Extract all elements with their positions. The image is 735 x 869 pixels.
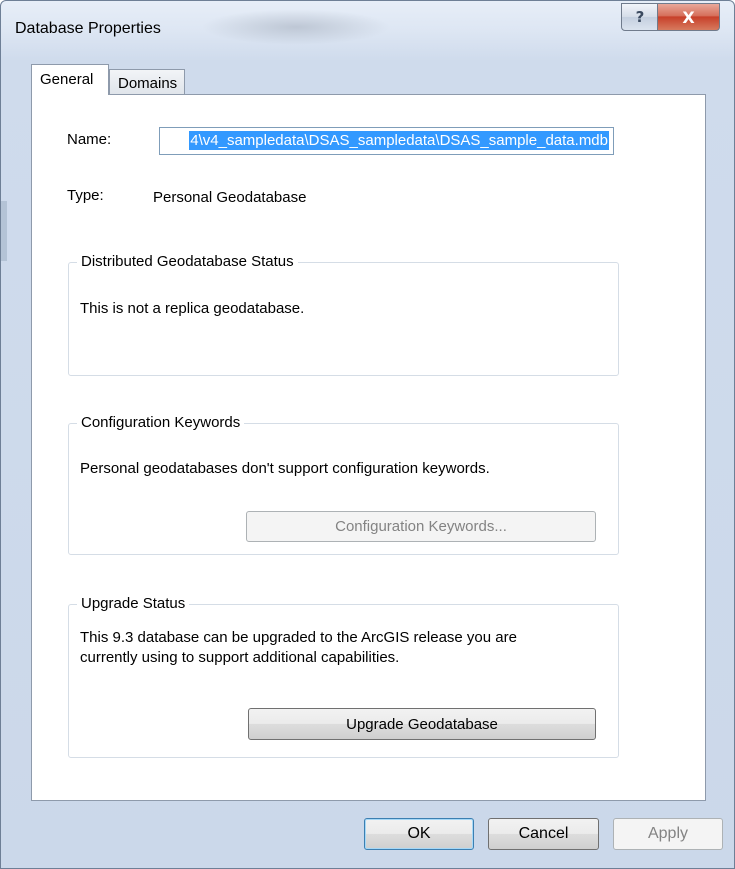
ok-button[interactable]: OK xyxy=(364,818,474,850)
name-label: Name: xyxy=(67,131,112,148)
upgrade-status-text-line1: This 9.3 database can be upgraded to the… xyxy=(80,629,517,646)
upgrade-status-text-line2: currently using to support additional ca… xyxy=(80,649,400,666)
help-icon: ? xyxy=(635,8,645,26)
window-title: Database Properties xyxy=(15,20,161,37)
apply-button[interactable]: Apply xyxy=(613,818,723,850)
tab-domains[interactable]: Domains xyxy=(109,69,185,95)
title-bar-blur xyxy=(201,9,391,45)
configuration-keywords-title: Configuration Keywords xyxy=(77,414,245,431)
window-edge-highlight xyxy=(1,201,7,261)
upgrade-geodatabase-button[interactable]: Upgrade Geodatabase xyxy=(248,708,596,740)
upgrade-status-group: Upgrade Status This 9.3 database can be … xyxy=(68,595,619,758)
name-field[interactable]: 4\v4_sampledata\DSAS_sampledata\DSAS_sam… xyxy=(159,127,614,155)
help-button[interactable]: ? xyxy=(621,3,659,31)
distributed-status-title: Distributed Geodatabase Status xyxy=(77,253,298,270)
configuration-keywords-button[interactable]: Configuration Keywords... xyxy=(246,511,596,542)
distributed-status-group: Distributed Geodatabase Status This is n… xyxy=(68,253,619,376)
title-bar[interactable]: Database Properties ? X xyxy=(1,1,734,51)
configuration-keywords-group: Configuration Keywords Personal geodatab… xyxy=(68,414,619,555)
distributed-status-text: This is not a replica geodatabase. xyxy=(80,300,305,317)
type-value: Personal Geodatabase xyxy=(153,189,307,206)
tab-general[interactable]: General xyxy=(31,64,109,95)
name-field-selected-text: 4\v4_sampledata\DSAS_sampledata\DSAS_sam… xyxy=(189,131,609,150)
cancel-button[interactable]: Cancel xyxy=(488,818,599,850)
configuration-keywords-text: Personal geodatabases don't support conf… xyxy=(80,460,490,477)
database-properties-dialog: Database Properties ? X General Domains … xyxy=(0,0,735,869)
type-label: Type: xyxy=(67,187,104,204)
upgrade-status-title: Upgrade Status xyxy=(77,595,190,612)
close-button[interactable]: X xyxy=(657,3,720,31)
close-icon: X xyxy=(682,7,695,27)
